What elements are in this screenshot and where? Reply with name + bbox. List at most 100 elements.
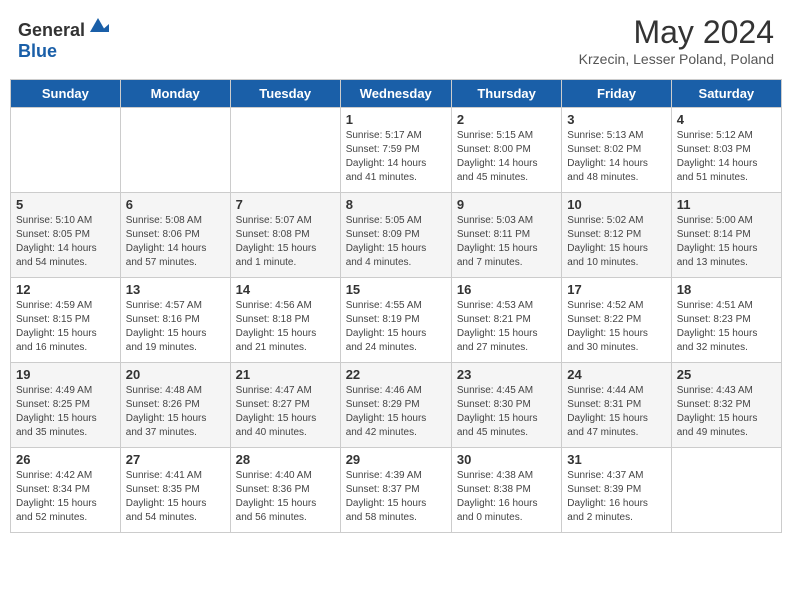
page-header: General Blue May 2024 Krzecin, Lesser Po… [10,10,782,71]
day-info: Sunrise: 4:52 AM Sunset: 8:22 PM Dayligh… [567,299,665,355]
day-info: Sunrise: 4:56 AM Sunset: 8:18 PM Dayligh… [236,299,335,355]
calendar-day-12: 12 Sunrise: 4:59 AM Sunset: 8:15 PM Dayli… [11,278,121,363]
main-title: May 2024 [579,14,774,51]
calendar-day-30: 30Sunrise: 4:38 AM Sunset: 8:38 PM Dayli… [451,448,561,533]
day-number: 7 [236,197,335,212]
column-header-friday: Friday [562,80,671,108]
day-number: 12 [16,282,115,297]
calendar-week-row: 1 Sunrise: 5:17 AM Sunset: 7:59 PM Daylig… [11,108,782,193]
day-number: 29 [346,452,446,467]
day-number: 23 [457,367,556,382]
day-info: Sunrise: 5:13 AM Sunset: 8:02 PM Dayligh… [567,129,665,185]
day-number: 27 [126,452,225,467]
day-number: 31 [567,452,665,467]
day-info: Sunrise: 5:03 AM Sunset: 8:11 PM Dayligh… [457,214,556,270]
calendar-day-3: 3 Sunrise: 5:13 AM Sunset: 8:02 PM Daylig… [562,108,671,193]
calendar-day-14: 14 Sunrise: 4:56 AM Sunset: 8:18 PM Dayli… [230,278,340,363]
day-number: 22 [346,367,446,382]
day-info: Sunrise: 4:41 AM Sunset: 8:35 PM Dayligh… [126,469,225,525]
day-number: 19 [16,367,115,382]
calendar-day-23: 23 Sunrise: 4:45 AM Sunset: 8:30 PM Dayli… [451,363,561,448]
day-info: Sunrise: 4:46 AM Sunset: 8:29 PM Dayligh… [346,384,446,440]
calendar-week-row: 5 Sunrise: 5:10 AM Sunset: 8:05 PM Daylig… [11,193,782,278]
day-info: Sunrise: 4:44 AM Sunset: 8:31 PM Dayligh… [567,384,665,440]
day-number: 14 [236,282,335,297]
calendar-day-31: 31 Sunrise: 4:37 AM Sunset: 8:39 PM Dayli… [562,448,671,533]
day-info: Sunrise: 4:51 AM Sunset: 8:23 PM Dayligh… [677,299,776,355]
day-info: Sunrise: 4:49 AM Sunset: 8:25 PM Dayligh… [16,384,115,440]
day-info: Sunrise: 5:08 AM Sunset: 8:06 PM Dayligh… [126,214,225,270]
day-number: 30 [457,452,556,467]
day-info: Sunrise: 4:40 AM Sunset: 8:36 PM Dayligh… [236,469,335,525]
logo-general: General [18,20,85,40]
calendar-day-13: 13 Sunrise: 4:57 AM Sunset: 8:16 PM Dayli… [120,278,230,363]
calendar-day-10: 10 Sunrise: 5:02 AM Sunset: 8:12 PM Dayli… [562,193,671,278]
day-info: Sunrise: 4:47 AM Sunset: 8:27 PM Dayligh… [236,384,335,440]
calendar-header-row: SundayMondayTuesdayWednesdayThursdayFrid… [11,80,782,108]
calendar-day-empty [120,108,230,193]
day-info: Sunrise: 5:02 AM Sunset: 8:12 PM Dayligh… [567,214,665,270]
calendar-day-empty [230,108,340,193]
day-info: Sunrise: 5:15 AM Sunset: 8:00 PM Dayligh… [457,129,556,185]
day-number: 21 [236,367,335,382]
day-number: 2 [457,112,556,127]
column-header-sunday: Sunday [11,80,121,108]
day-info: Sunrise: 5:10 AM Sunset: 8:05 PM Dayligh… [16,214,115,270]
calendar-week-row: 12 Sunrise: 4:59 AM Sunset: 8:15 PM Dayli… [11,278,782,363]
calendar-table: SundayMondayTuesdayWednesdayThursdayFrid… [10,79,782,533]
day-number: 1 [346,112,446,127]
logo-blue: Blue [18,41,57,61]
calendar-day-26: 26Sunrise: 4:42 AM Sunset: 8:34 PM Dayli… [11,448,121,533]
calendar-day-24: 24 Sunrise: 4:44 AM Sunset: 8:31 PM Dayli… [562,363,671,448]
day-info: Sunrise: 5:05 AM Sunset: 8:09 PM Dayligh… [346,214,446,270]
column-header-tuesday: Tuesday [230,80,340,108]
day-info: Sunrise: 4:55 AM Sunset: 8:19 PM Dayligh… [346,299,446,355]
calendar-day-6: 6Sunrise: 5:08 AM Sunset: 8:06 PM Daylig… [120,193,230,278]
day-number: 17 [567,282,665,297]
calendar-day-5: 5 Sunrise: 5:10 AM Sunset: 8:05 PM Daylig… [11,193,121,278]
day-number: 15 [346,282,446,297]
day-number: 16 [457,282,556,297]
day-info: Sunrise: 5:17 AM Sunset: 7:59 PM Dayligh… [346,129,446,185]
calendar-day-empty [671,448,781,533]
logo-text: General Blue [18,14,109,62]
calendar-week-row: 26Sunrise: 4:42 AM Sunset: 8:34 PM Dayli… [11,448,782,533]
column-header-saturday: Saturday [671,80,781,108]
logo: General Blue [18,14,109,62]
column-header-wednesday: Wednesday [340,80,451,108]
day-number: 4 [677,112,776,127]
column-header-monday: Monday [120,80,230,108]
day-number: 20 [126,367,225,382]
day-number: 3 [567,112,665,127]
calendar-day-16: 16Sunrise: 4:53 AM Sunset: 8:21 PM Dayli… [451,278,561,363]
day-info: Sunrise: 4:45 AM Sunset: 8:30 PM Dayligh… [457,384,556,440]
day-number: 24 [567,367,665,382]
day-number: 18 [677,282,776,297]
day-number: 9 [457,197,556,212]
day-info: Sunrise: 4:57 AM Sunset: 8:16 PM Dayligh… [126,299,225,355]
calendar-day-17: 17 Sunrise: 4:52 AM Sunset: 8:22 PM Dayli… [562,278,671,363]
calendar-day-18: 18 Sunrise: 4:51 AM Sunset: 8:23 PM Dayli… [671,278,781,363]
calendar-day-15: 15 Sunrise: 4:55 AM Sunset: 8:19 PM Dayli… [340,278,451,363]
day-info: Sunrise: 4:59 AM Sunset: 8:15 PM Dayligh… [16,299,115,355]
day-number: 25 [677,367,776,382]
day-info: Sunrise: 4:37 AM Sunset: 8:39 PM Dayligh… [567,469,665,525]
calendar-day-2: 2 Sunrise: 5:15 AM Sunset: 8:00 PM Daylig… [451,108,561,193]
day-number: 5 [16,197,115,212]
day-info: Sunrise: 5:00 AM Sunset: 8:14 PM Dayligh… [677,214,776,270]
calendar-day-4: 4Sunrise: 5:12 AM Sunset: 8:03 PM Daylig… [671,108,781,193]
calendar-day-8: 8Sunrise: 5:05 AM Sunset: 8:09 PM Daylig… [340,193,451,278]
calendar-day-28: 28 Sunrise: 4:40 AM Sunset: 8:36 PM Dayli… [230,448,340,533]
calendar-day-25: 25Sunrise: 4:43 AM Sunset: 8:32 PM Dayli… [671,363,781,448]
calendar-day-empty [11,108,121,193]
title-block: May 2024 Krzecin, Lesser Poland, Poland [579,14,774,67]
day-number: 10 [567,197,665,212]
calendar-day-1: 1 Sunrise: 5:17 AM Sunset: 7:59 PM Daylig… [340,108,451,193]
calendar-day-7: 7Sunrise: 5:07 AM Sunset: 8:08 PM Daylig… [230,193,340,278]
calendar-day-9: 9 Sunrise: 5:03 AM Sunset: 8:11 PM Daylig… [451,193,561,278]
day-number: 28 [236,452,335,467]
day-number: 13 [126,282,225,297]
calendar-day-19: 19 Sunrise: 4:49 AM Sunset: 8:25 PM Dayli… [11,363,121,448]
day-info: Sunrise: 4:39 AM Sunset: 8:37 PM Dayligh… [346,469,446,525]
day-number: 11 [677,197,776,212]
